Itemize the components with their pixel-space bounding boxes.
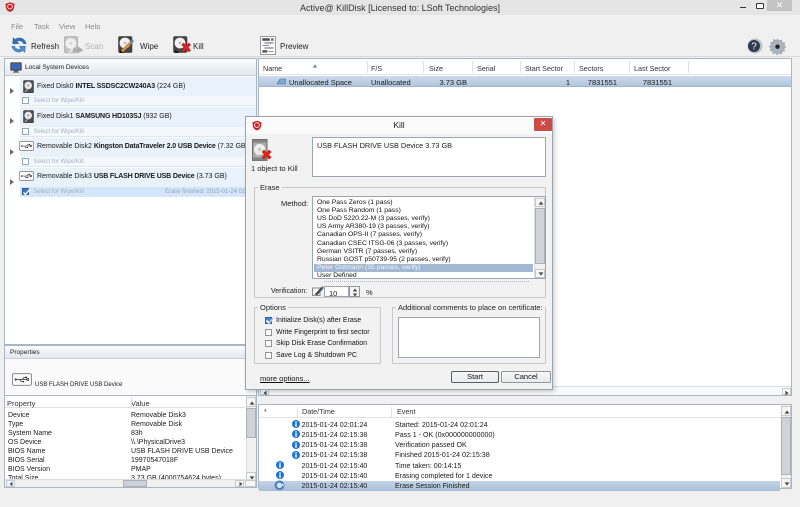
svg-text:?: ? (751, 42, 757, 53)
